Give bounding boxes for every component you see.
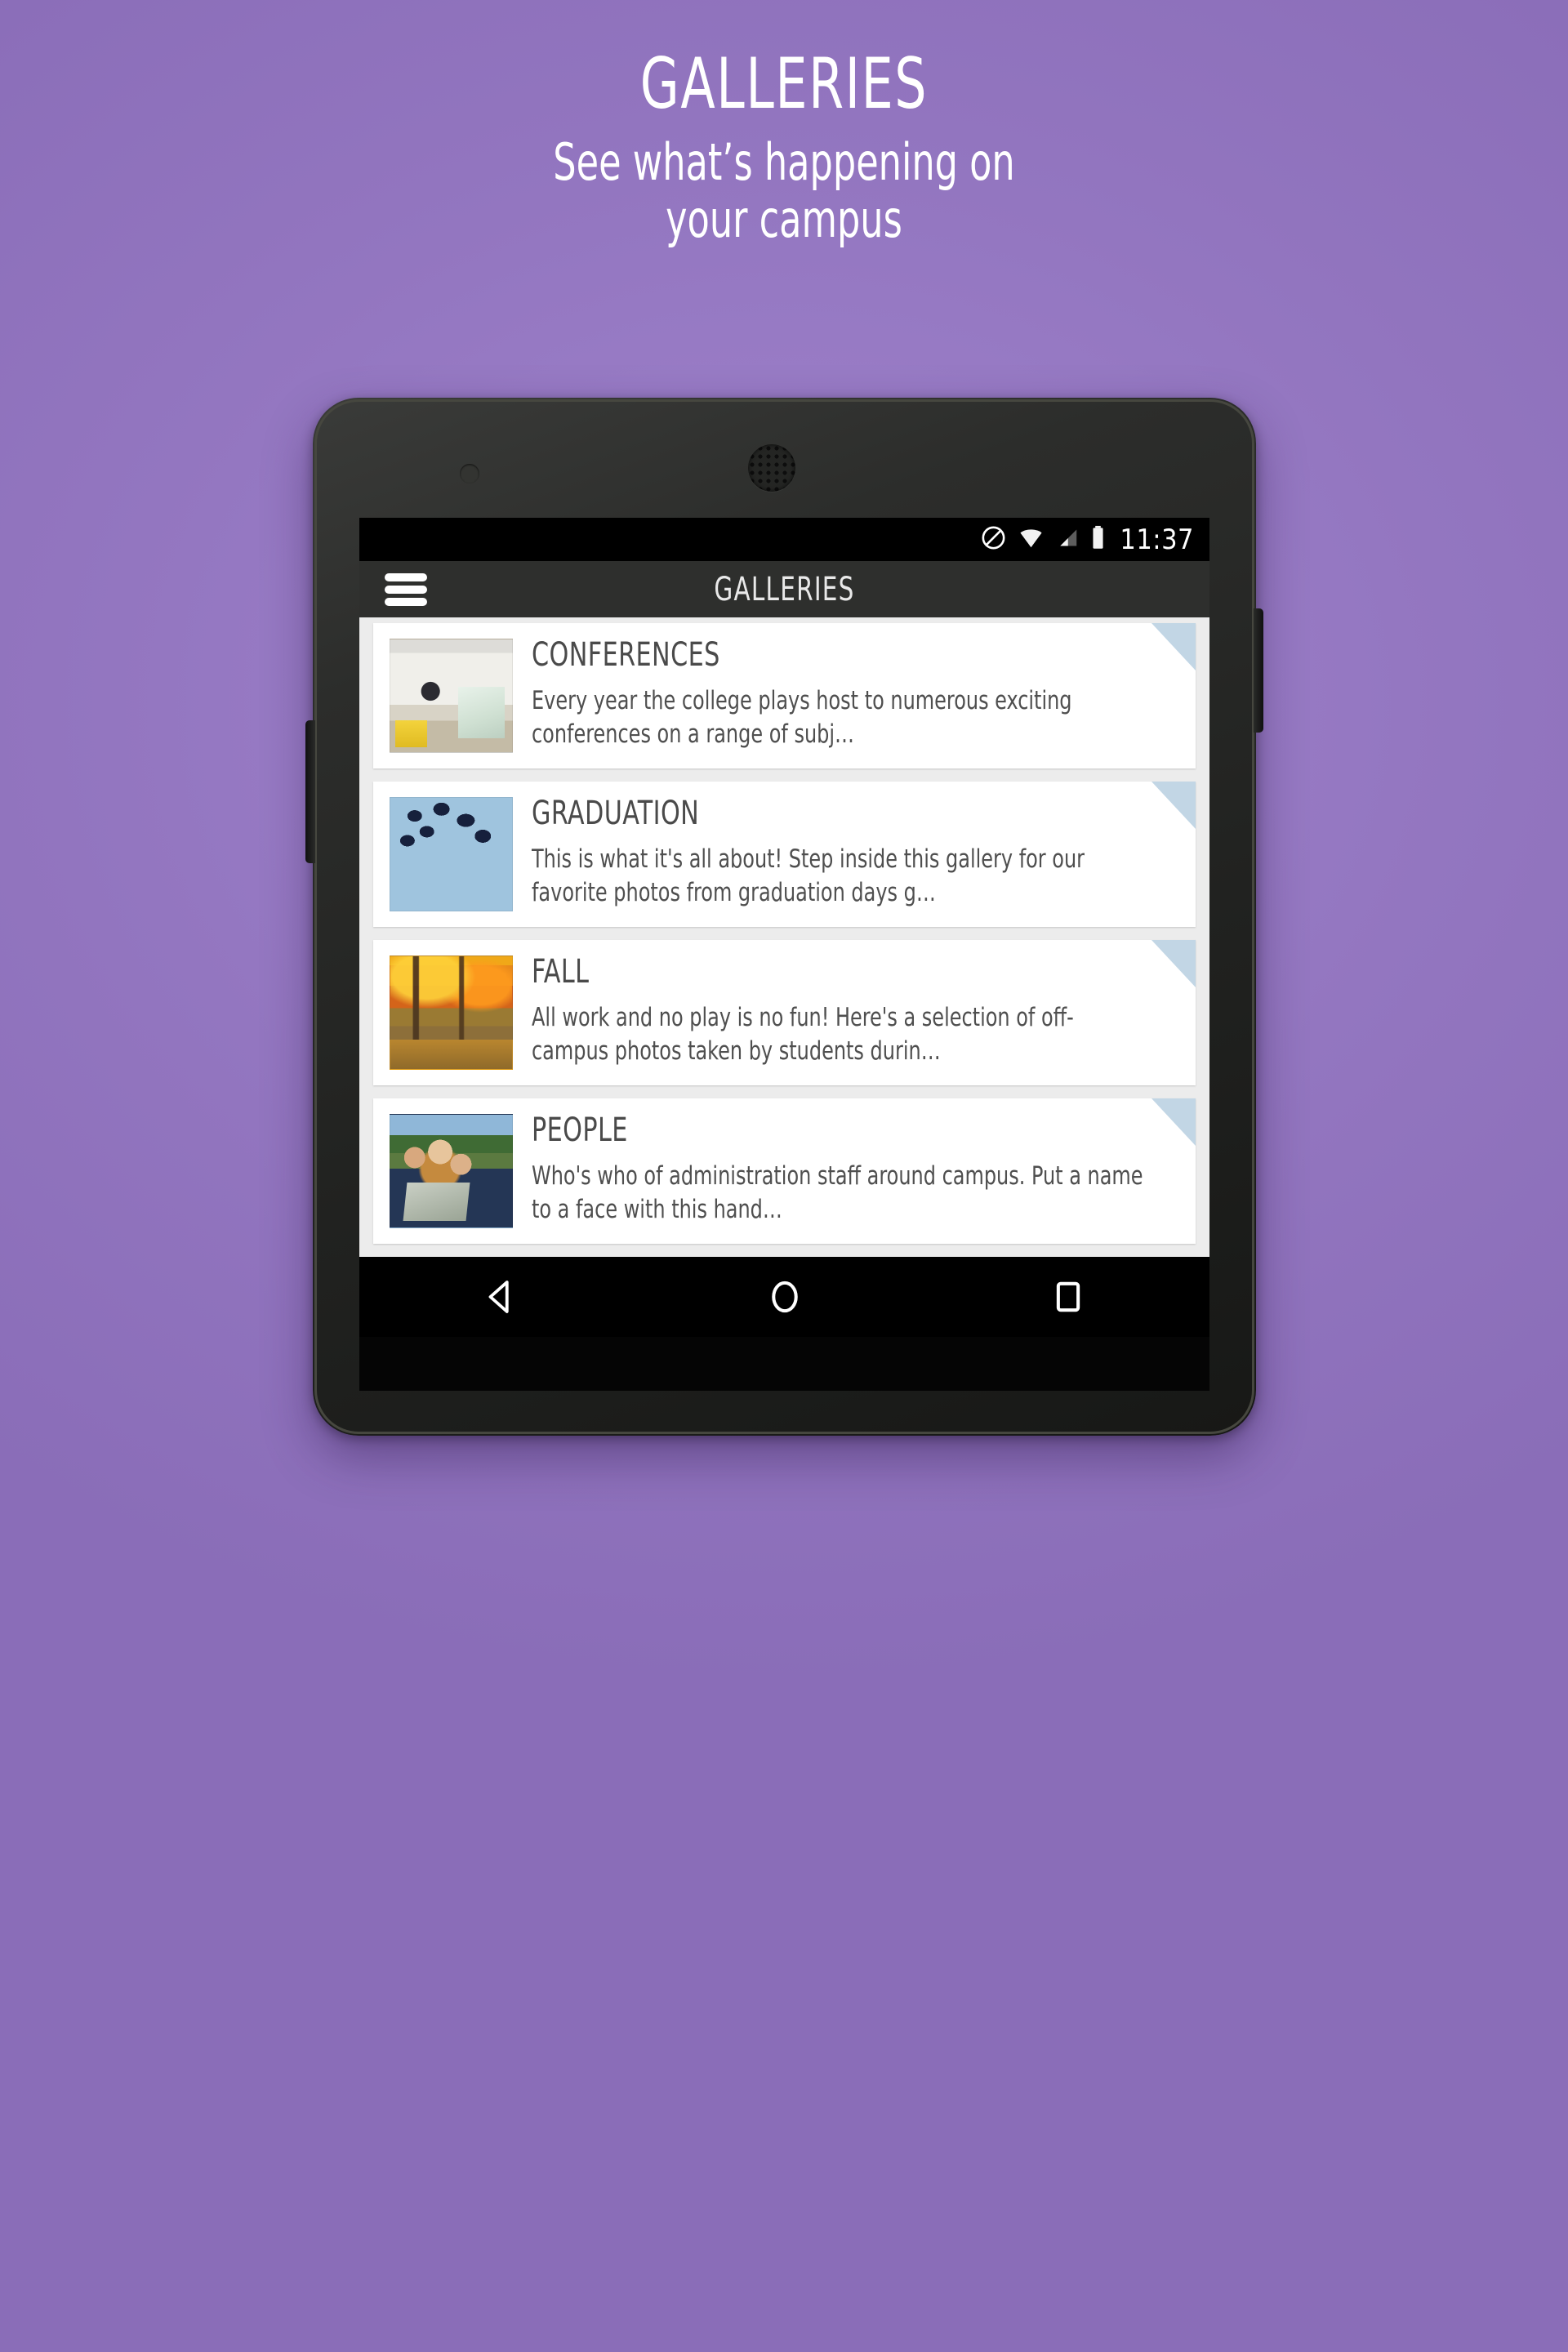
promo-subtitle: See what’s happening on your campus	[157, 131, 1411, 250]
phone-device: 11:37 GALLERIES CONFERENCES Every year th…	[305, 398, 1263, 1436]
gallery-card-body: PEOPLE Who's who of administration staff …	[513, 1111, 1196, 1228]
promo-headline: GALLERIES See what’s happening on your c…	[0, 43, 1568, 250]
battery-icon	[1090, 524, 1106, 555]
earpiece-speaker-icon	[748, 444, 795, 492]
gallery-card-description: This is what it's all about! Step inside…	[532, 844, 1085, 908]
status-bar: 11:37	[359, 518, 1209, 561]
gallery-card-title: CONFERENCES	[532, 636, 720, 674]
gallery-list[interactable]: CONFERENCES Every year the college plays …	[359, 617, 1209, 1337]
gallery-thumbnail	[390, 1114, 513, 1228]
promo-screenshot: GALLERIES See what’s happening on your c…	[0, 0, 1568, 2352]
gallery-thumbnail	[390, 639, 513, 753]
wifi-icon	[1018, 524, 1045, 555]
gallery-card-title: PEOPLE	[532, 1111, 628, 1149]
cell-signal-icon	[1055, 524, 1080, 555]
gallery-thumbnail	[390, 797, 513, 911]
gallery-card[interactable]: GRADUATION This is what it's all about! S…	[373, 782, 1196, 927]
promo-subtitle-line-1: See what’s happening on	[553, 131, 1015, 192]
app-bar-title: GALLERIES	[714, 570, 855, 608]
phone-screen-chin	[359, 1337, 1209, 1391]
gallery-card-description: All work and no play is no fun! Here's a…	[532, 1002, 1074, 1067]
gallery-card-body: CONFERENCES Every year the college plays …	[513, 636, 1196, 753]
hamburger-line	[385, 572, 427, 581]
hamburger-menu-icon[interactable]	[385, 572, 427, 606]
nav-back-button[interactable]	[452, 1275, 550, 1319]
android-navigation-bar	[359, 1257, 1209, 1337]
app-bar: GALLERIES	[359, 561, 1209, 617]
gallery-card-title: FALL	[532, 953, 590, 991]
gallery-thumbnail	[390, 956, 513, 1070]
phone-screen: 11:37 GALLERIES CONFERENCES Every year th…	[359, 518, 1209, 1337]
gallery-card-body: FALL All work and no play is no fun! Here…	[513, 953, 1196, 1070]
gallery-card[interactable]: CONFERENCES Every year the college plays …	[373, 623, 1196, 768]
hamburger-line	[385, 585, 427, 594]
gallery-card[interactable]: FALL All work and no play is no fun! Here…	[373, 940, 1196, 1085]
status-bar-clock: 11:37	[1120, 523, 1194, 556]
nav-recents-button[interactable]	[1019, 1275, 1117, 1319]
hamburger-line	[385, 597, 427, 606]
volume-rocker-button[interactable]	[305, 720, 315, 863]
promo-title: GALLERIES	[639, 43, 929, 125]
gallery-card-title: GRADUATION	[532, 795, 700, 832]
gallery-card-description: Every year the college plays host to num…	[532, 685, 1072, 750]
front-camera-icon	[460, 464, 479, 483]
nav-home-button[interactable]	[736, 1275, 834, 1319]
gallery-card[interactable]: PEOPLE Who's who of administration staff …	[373, 1098, 1196, 1244]
gallery-card-description: Who's who of administration staff around…	[532, 1160, 1143, 1225]
do-not-disturb-icon	[980, 524, 1007, 555]
promo-subtitle-line-2: your campus	[666, 189, 902, 250]
power-button[interactable]	[1254, 608, 1263, 733]
gallery-card-body: GRADUATION This is what it's all about! S…	[513, 795, 1196, 911]
